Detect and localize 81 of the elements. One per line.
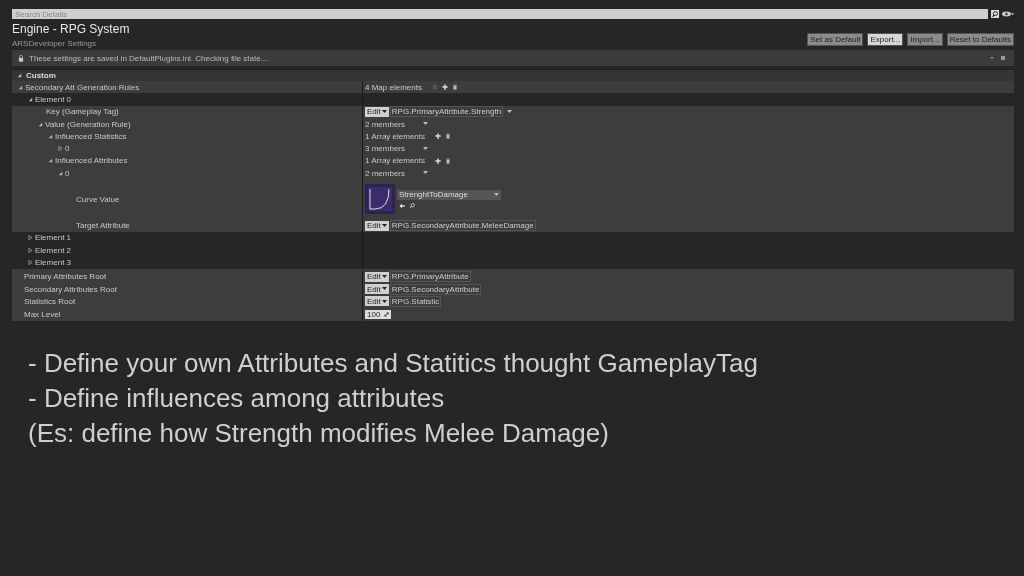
expand-arrow-icon[interactable]	[28, 235, 33, 241]
expand-arrow-icon[interactable]	[28, 247, 33, 253]
toolbar-button[interactable]: Reset to Defaults	[946, 33, 1014, 46]
expand-arrow-icon[interactable]	[38, 121, 43, 127]
spin-arrows-icon	[384, 311, 389, 317]
caret-icon[interactable]	[423, 146, 428, 151]
settings-title: Engine - RPG System	[12, 22, 130, 36]
element-count: 1 Array elements	[365, 131, 426, 141]
category-label: Custom	[26, 71, 56, 80]
add-icon[interactable]	[435, 133, 442, 140]
tag-value: RPG.PrimaryAttribute.Strength	[389, 106, 504, 118]
property-label: Influenced Statistics	[55, 131, 127, 141]
expand-arrow-icon[interactable]	[58, 170, 63, 176]
expand-arrow-icon[interactable]	[17, 73, 22, 78]
element-count: 4 Map elements	[365, 82, 422, 92]
toolbar-button[interactable]: Import...	[907, 33, 943, 46]
caret-icon	[381, 287, 387, 291]
property-label: 0	[65, 168, 70, 178]
caret-icon	[381, 110, 387, 114]
trash-icon[interactable]	[445, 133, 452, 140]
property-label: Key (Gameplay Tag)	[46, 107, 119, 117]
tag-value: RPG.SecondaryAttribute.MeleeDamage	[389, 220, 536, 231]
trash-icon[interactable]	[451, 84, 458, 91]
member-count: 2 members	[365, 168, 405, 178]
curve-thumbnail-icon[interactable]	[365, 184, 395, 215]
property-label: Value (Generation Rule)	[45, 119, 131, 129]
expand-arrow-icon[interactable]	[28, 259, 33, 265]
caret-icon	[494, 193, 499, 197]
expand-arrow-icon[interactable]	[58, 146, 63, 152]
lock-icon	[18, 54, 24, 62]
expand-arrow-icon[interactable]	[48, 158, 53, 164]
property-label: Element 2	[35, 245, 72, 255]
toolbar-button[interactable]: Set as Default	[807, 33, 864, 46]
member-count: 3 members	[365, 144, 405, 154]
property-label: Target Attribute	[76, 221, 130, 230]
add-icon[interactable]	[435, 157, 442, 164]
property-label: Element 1	[35, 233, 72, 243]
caret-icon[interactable]	[423, 122, 428, 126]
edit-dropdown-button[interactable]: Edit	[365, 106, 389, 117]
arrow-left-icon[interactable]	[399, 202, 405, 209]
property-label: Secondary Att Generation Rules	[25, 82, 140, 92]
tag-value: RPG.Statistic	[389, 295, 442, 307]
number-field[interactable]: 100	[365, 309, 391, 319]
expand-arrow-icon[interactable]	[48, 133, 53, 139]
caret-icon	[381, 299, 387, 304]
property-label: Statistics Root	[24, 296, 76, 306]
property-label: Secondary Attributes Root	[24, 284, 117, 294]
search-field[interactable]: Search Details	[12, 9, 988, 19]
property-label: 0	[65, 144, 70, 154]
edit-dropdown-button[interactable]: Edit	[365, 271, 389, 282]
caret-icon[interactable]	[423, 171, 428, 175]
notice-text: These settings are saved in DefaultPlugins.ini. Checking file state...	[29, 53, 269, 63]
property-label: Curve Value	[76, 194, 120, 204]
trash-icon[interactable]	[445, 157, 452, 164]
property-label: Max Level	[24, 309, 61, 319]
property-label: Primary Attributes Root	[24, 272, 107, 282]
caption-text: - Define your own Attributes and Statitics thought GameplayTag	[28, 347, 759, 381]
eye-icon[interactable]	[1002, 11, 1014, 17]
category-header[interactable]: Custom	[12, 69, 1014, 81]
caption-text: (Es: define how Strength modifies Melee Damage)	[28, 417, 610, 451]
tag-value: RPG.PrimaryAttribute	[389, 271, 471, 283]
toolbar-button[interactable]: Export...	[867, 33, 904, 46]
add-icon[interactable]	[441, 84, 448, 91]
caption-text: - Define influences among attributes	[28, 382, 446, 416]
settings-subtitle: ARSDeveloper Settings	[12, 39, 98, 48]
edit-dropdown-button[interactable]: Edit	[365, 284, 389, 294]
edit-dropdown-button[interactable]: Edit	[365, 220, 389, 231]
caret-icon[interactable]	[507, 110, 513, 114]
caret-icon	[381, 223, 387, 228]
expand-arrow-icon[interactable]	[18, 84, 23, 90]
element-count: 1 Array elements	[365, 156, 426, 166]
tag-value: RPG.SecondaryAttribute	[389, 283, 482, 295]
search-icon[interactable]	[991, 10, 999, 18]
property-label: Influenced Attributes	[55, 156, 128, 166]
property-label: Element 0	[35, 94, 72, 104]
expand-arrow-icon[interactable]	[28, 96, 33, 102]
caret-icon	[381, 274, 387, 279]
member-count: 2 members	[365, 119, 405, 129]
asset-dropdown[interactable]: StrenghtToDamage	[397, 189, 501, 200]
property-label: Element 3	[35, 257, 72, 267]
edit-dropdown-button[interactable]: Edit	[365, 296, 389, 307]
